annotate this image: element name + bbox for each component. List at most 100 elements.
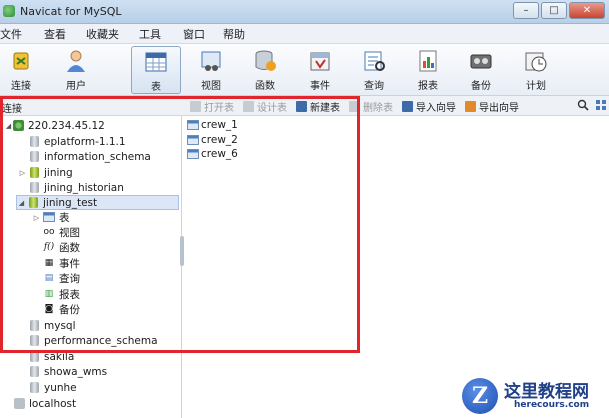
connection-icon [13, 52, 29, 70]
tree-db-yunhe[interactable]: yunhe [30, 380, 77, 395]
expand-arrow-icon[interactable]: ▷ [32, 214, 41, 222]
view-icon [201, 51, 221, 71]
import-wizard-button[interactable]: 导入向导 [402, 99, 456, 114]
toolbar-query-label: 查询 [364, 81, 384, 92]
tree-db-showa-wms[interactable]: showa_wms [30, 364, 107, 379]
navicat-app-icon [3, 5, 15, 17]
tree-object-reports[interactable]: ▥ 报表 [43, 287, 80, 302]
open-table-button[interactable]: 打开表 [190, 99, 234, 114]
tree-object-events[interactable]: ▦ 事件 [43, 256, 80, 271]
db-name: performance_schema [44, 334, 158, 347]
menu-view[interactable]: 查看 [36, 26, 74, 42]
tree-db-sakila[interactable]: sakila [30, 349, 74, 364]
database-icon [30, 382, 39, 393]
export-wizard-label: 导出向导 [479, 103, 519, 114]
delete-table-icon [349, 101, 360, 112]
view-icon: oo [43, 227, 55, 237]
tree-db-jining[interactable]: ▷ jining [18, 165, 73, 180]
event-icon: ▦ [44, 258, 54, 268]
table-item[interactable]: crew_1 [187, 118, 238, 131]
event-icon [310, 52, 330, 71]
menu-help[interactable]: 帮助 [215, 26, 253, 42]
tree-localhost-node[interactable]: localhost [14, 396, 76, 411]
server-connection-icon [14, 398, 25, 409]
tree-db-jining-test[interactable]: ◢ jining_test [16, 195, 179, 210]
tree-db-information-schema[interactable]: information_schema [30, 149, 151, 164]
toolbar-table-label: 表 [151, 82, 161, 93]
backup-icon: ◙ [44, 304, 54, 314]
table-name: crew_6 [201, 147, 238, 160]
toolbar-user-label: 用户 [66, 81, 86, 92]
server-connection-icon [13, 120, 24, 131]
toolbar-backup-button[interactable]: 备份 [456, 46, 506, 94]
toolbar-query-button[interactable]: 查询 [349, 46, 399, 94]
toolbar-view-button[interactable]: 视图 [186, 46, 236, 94]
delete-table-button[interactable]: 删除表 [349, 99, 393, 114]
tree-db-jining-historian[interactable]: jining_historian [30, 180, 124, 195]
toolbar-table-button[interactable]: 表 [131, 46, 181, 94]
tree-server-node[interactable]: ◢ 220.234.45.12 [4, 118, 105, 133]
toolbar-report-button[interactable]: 报表 [403, 46, 453, 94]
maximize-button[interactable]: □ [541, 2, 567, 19]
minimize-button[interactable]: – [513, 2, 539, 19]
menu-window[interactable]: 窗口 [175, 26, 213, 42]
table-name: crew_1 [201, 118, 238, 131]
query-icon [364, 51, 385, 71]
design-table-button[interactable]: 设计表 [243, 99, 287, 114]
db-name: yunhe [44, 381, 77, 394]
db-name: jining_historian [44, 181, 124, 194]
user-icon [67, 50, 85, 72]
object-label: 报表 [59, 289, 80, 301]
toolbar-event-button[interactable]: 事件 [295, 46, 345, 94]
grid-view-icon[interactable] [595, 99, 607, 111]
report-icon [419, 50, 437, 72]
table-icon [187, 134, 199, 145]
table-item[interactable]: crew_2 [187, 133, 238, 146]
toolbar-connection-button[interactable]: 连接 [0, 46, 46, 94]
new-table-label: 新建表 [310, 103, 340, 114]
watermark-url: herecours.com [514, 400, 590, 410]
menu-bar: 文件 查看 收藏夹 工具 窗口 帮助 [0, 24, 609, 44]
tree-object-queries[interactable]: ▤ 查询 [43, 271, 80, 286]
connections-header: 连接 [2, 104, 22, 115]
db-name: information_schema [44, 150, 151, 163]
collapse-arrow-icon[interactable]: ◢ [17, 199, 26, 207]
object-toolbar: 连接 打开表 设计表 新建表 删除表 导入向导 导出向导 [0, 96, 609, 116]
table-item[interactable]: crew_6 [187, 147, 238, 160]
toolbar-view-label: 视图 [201, 81, 221, 92]
search-icon[interactable] [577, 99, 589, 111]
table-list: crew_1 crew_2 crew_6 [184, 116, 609, 418]
open-table-label: 打开表 [204, 103, 234, 114]
connection-tree: ◢ 220.234.45.12 eplatform-1.1.1 informat… [0, 116, 182, 418]
table-icon [43, 212, 55, 223]
toolbar-user-button[interactable]: 用户 [51, 46, 101, 94]
tree-object-tables[interactable]: ▷ 表 [32, 210, 70, 225]
toolbar-schedule-button[interactable]: 计划 [511, 46, 561, 94]
watermark-logo: Z [462, 378, 498, 414]
export-wizard-button[interactable]: 导出向导 [465, 99, 519, 114]
collapse-arrow-icon[interactable]: ◢ [4, 122, 13, 130]
table-name: crew_2 [201, 133, 238, 146]
tree-db-performance-schema[interactable]: performance_schema [30, 333, 158, 348]
tree-object-functions[interactable]: f() 函数 [43, 240, 80, 255]
menu-file[interactable]: 文件 [0, 26, 30, 42]
title-bar: Navicat for MySQL – □ ✕ [0, 0, 609, 24]
tree-db-mysql[interactable]: mysql [30, 318, 76, 333]
close-button[interactable]: ✕ [569, 2, 605, 19]
new-table-icon [296, 101, 307, 112]
tree-db-eplatform[interactable]: eplatform-1.1.1 [30, 134, 126, 149]
tree-object-views[interactable]: oo 视图 [43, 225, 80, 240]
toolbar-schedule-label: 计划 [526, 81, 546, 92]
menu-tools[interactable]: 工具 [131, 26, 169, 42]
database-icon [30, 320, 39, 331]
toolbar-function-button[interactable]: 函数 [240, 46, 290, 94]
server-name: 220.234.45.12 [28, 119, 105, 132]
view-controls [577, 99, 607, 111]
tree-object-backups[interactable]: ◙ 备份 [43, 302, 80, 317]
expand-arrow-icon[interactable]: ▷ [18, 169, 27, 177]
watermark-title: 这里教程网 [504, 382, 589, 402]
server-name: localhost [29, 397, 77, 410]
menu-favorites[interactable]: 收藏夹 [78, 26, 127, 42]
new-table-button[interactable]: 新建表 [296, 99, 340, 114]
open-table-icon [190, 101, 201, 112]
